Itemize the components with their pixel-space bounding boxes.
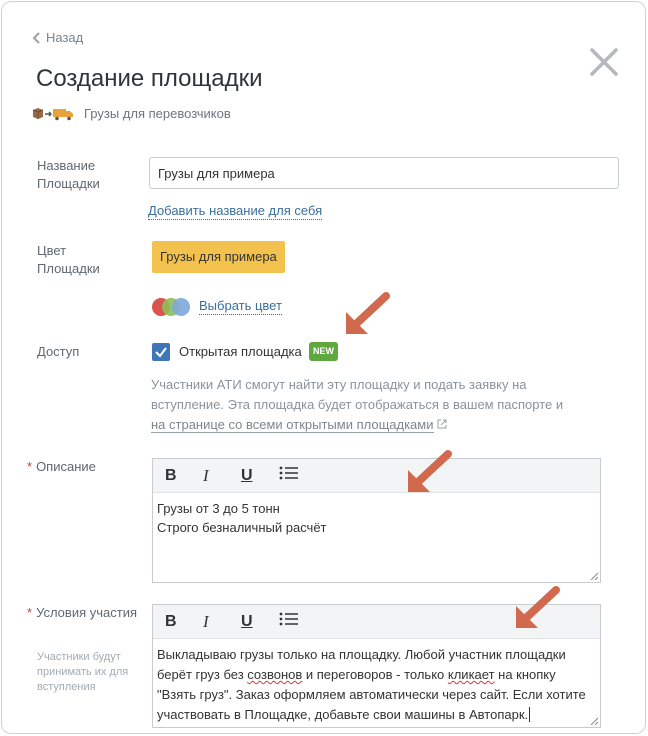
description-line-1: Грузы от 3 до 5 тонн [157,501,280,516]
text-cursor [529,707,531,722]
checkmark-icon [155,347,167,358]
resize-handle-icon[interactable] [590,572,598,580]
description-label-text: Описание [36,459,96,474]
conditions-text-2: и переговоров - только [302,667,448,682]
description-toolbar: B I U [153,459,600,493]
underline-button[interactable]: U [241,467,279,485]
back-label: Назад [46,30,84,45]
open-site-label[interactable]: Открытая площадка [179,344,302,359]
bold-button[interactable]: B [165,613,203,631]
conditions-label-text: Условия участия [36,605,137,620]
underline-button[interactable]: U [241,613,279,631]
required-asterisk: * [27,459,33,474]
resize-handle-icon[interactable] [590,717,598,725]
description-label: * Описание [27,458,96,476]
italic-button[interactable]: I [203,466,241,486]
description-textarea[interactable]: Грузы от 3 до 5 тонн Строго безналичный … [153,493,600,582]
color-palette-icon[interactable] [152,298,192,318]
conditions-label: * Условия участия [27,604,137,622]
close-icon[interactable] [588,46,620,78]
misspelled-word: кликает [447,667,495,682]
site-type-label: Грузы для перевозчиков [84,106,231,121]
color-preview-chip: Грузы для примера [152,241,285,273]
misspelled-word: созвонов [247,667,303,682]
site-name-input[interactable] [149,157,619,189]
color-label: Цвет Площадки [37,243,100,276]
annotation-arrow-icon [516,586,560,628]
blue-dot [172,298,190,316]
access-help-body: Участники АТИ смогут найти эту площадку … [151,377,564,412]
required-asterisk: * [27,605,33,620]
description-line-2: Строго безналичный расчёт [157,520,327,535]
list-icon [279,466,298,480]
annotation-arrow-icon [346,292,390,334]
open-site-checkbox[interactable] [152,343,170,361]
cargo-to-truck-icon [32,107,74,121]
add-own-name-link[interactable]: Добавить название для себя [148,203,323,220]
conditions-hint: Участники будут принимать их для вступле… [37,651,129,693]
italic-button[interactable]: I [203,612,241,632]
conditions-textarea[interactable]: Выкладываю грузы только на площадку. Люб… [153,639,600,727]
back-link[interactable]: Назад [32,30,83,45]
open-sites-page-link[interactable]: на странице со всеми открытыми площадкам… [151,417,434,433]
list-icon [279,612,298,626]
choose-color-link[interactable]: Выбрать цвет [199,298,282,315]
access-help-text: Участники АТИ смогут найти эту площадку … [151,375,571,435]
page-title: Создание площадки [36,65,263,92]
create-site-modal: Назад Создание площадки Грузы для перево… [1,1,646,734]
new-badge: NEW [309,342,338,361]
name-label: Название Площадки [37,158,100,191]
annotation-arrow-icon [408,450,452,492]
site-type: Грузы для перевозчиков [32,106,231,121]
chevron-left-icon [32,31,40,44]
bold-button[interactable]: B [165,467,203,485]
access-label: Доступ [37,344,80,359]
external-link-icon [437,419,447,429]
bullet-list-button[interactable] [279,611,317,632]
bullet-list-button[interactable] [279,465,317,486]
description-editor[interactable]: B I U Грузы от 3 до 5 тонн Строго безнал… [152,458,601,583]
